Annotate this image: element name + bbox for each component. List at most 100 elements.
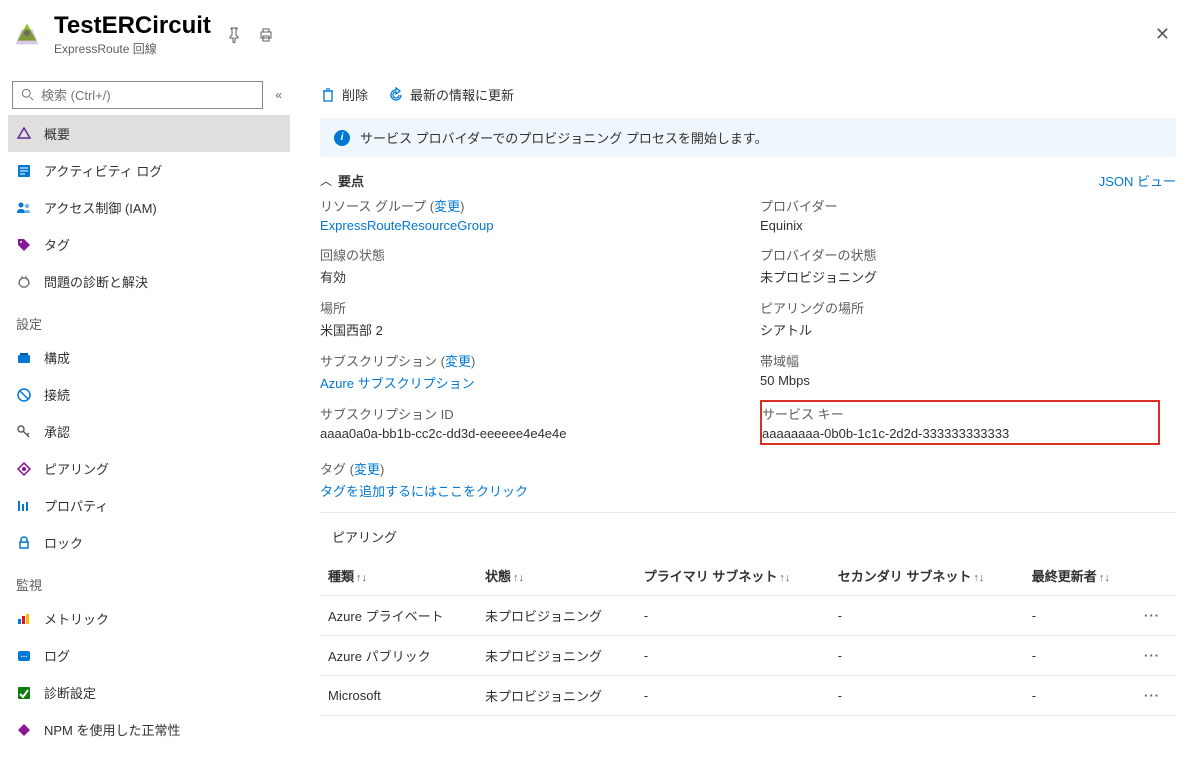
sidebar-item-label: 接続	[44, 385, 70, 404]
sidebar-item-configuration[interactable]: 構成	[8, 339, 290, 376]
cell-state: 未プロビジョニング	[477, 596, 636, 636]
cell-secondary: -	[830, 636, 1024, 676]
sidebar-item-logs[interactable]: ⋯ ログ	[8, 637, 290, 674]
tags-label: タグ	[320, 462, 346, 477]
peering-location-value: シアトル	[760, 320, 1200, 339]
essentials-toggle[interactable]: ︿ 要点 JSON ビュー	[320, 157, 1200, 196]
table-row[interactable]: Azure パブリック 未プロビジョニング - - - ···	[320, 636, 1176, 676]
refresh-button[interactable]: 最新の情報に更新	[388, 85, 514, 104]
sidebar-item-metrics[interactable]: メトリック	[8, 600, 290, 637]
key-icon	[16, 424, 32, 440]
close-icon[interactable]: ✕	[1145, 20, 1180, 49]
metrics-icon	[16, 611, 32, 627]
rg-label: リソース グループ	[320, 199, 426, 214]
provider-value: Equinix	[760, 218, 1200, 233]
sidebar-item-authorizations[interactable]: 承認	[8, 413, 290, 450]
sidebar-item-label: プロパティ	[44, 496, 108, 515]
section-monitor: 監視	[8, 561, 290, 600]
location-value: 米国西部 2	[320, 320, 760, 339]
subscription-id-label: サブスクリプション ID	[320, 404, 760, 423]
activity-log-icon	[16, 163, 32, 179]
sidebar-item-iam[interactable]: アクセス制御 (IAM)	[8, 189, 290, 226]
lock-icon	[16, 535, 32, 551]
rg-change-link[interactable]: 変更	[434, 199, 460, 214]
row-menu-icon[interactable]: ···	[1144, 608, 1160, 623]
info-icon: i	[334, 130, 350, 146]
info-banner: i サービス プロバイダーでのプロビジョニング プロセスを開始します。	[320, 118, 1176, 157]
sort-icon: ↑↓	[1099, 572, 1110, 584]
subscription-value[interactable]: Azure サブスクリプション	[320, 373, 760, 392]
command-bar: 削除 最新の情報に更新	[320, 81, 1200, 118]
sort-icon: ↑↓	[356, 572, 367, 584]
col-type[interactable]: 種類↑↓	[320, 556, 477, 596]
service-key-value: aaaaaaaa-0b0b-1c1c-2d2d-333333333333	[762, 426, 1152, 441]
sidebar-item-activity-log[interactable]: アクティビティ ログ	[8, 152, 290, 189]
cell-state: 未プロビジョニング	[477, 636, 636, 676]
cell-secondary: -	[830, 676, 1024, 716]
delete-label: 削除	[342, 85, 368, 104]
tags-change-link[interactable]: 変更	[354, 462, 380, 477]
svg-text:⋯: ⋯	[21, 654, 28, 661]
cell-last: -	[1024, 676, 1136, 716]
cell-primary: -	[636, 636, 830, 676]
service-key-highlight: サービス キー aaaaaaaa-0b0b-1c1c-2d2d-33333333…	[760, 400, 1160, 445]
sidebar-item-label: ログ	[44, 646, 70, 665]
cell-type: Azure パブリック	[320, 636, 477, 676]
provider-status-value: 未プロビジョニング	[760, 267, 1200, 286]
row-menu-icon[interactable]: ···	[1144, 688, 1160, 703]
sidebar-item-label: ピアリング	[44, 459, 109, 478]
subscription-change-link[interactable]: 変更	[445, 354, 471, 369]
circuit-status-label: 回線の状態	[320, 245, 760, 264]
table-row[interactable]: Microsoft 未プロビジョニング - - - ···	[320, 676, 1176, 716]
table-row[interactable]: Azure プライベート 未プロビジョニング - - - ···	[320, 596, 1176, 636]
rg-value[interactable]: ExpressRouteResourceGroup	[320, 218, 760, 233]
sidebar-item-label: ロック	[44, 533, 83, 552]
delete-button[interactable]: 削除	[320, 85, 368, 104]
refresh-icon	[388, 87, 404, 103]
sidebar-item-diagnostic-settings[interactable]: 診断設定	[8, 674, 290, 711]
collapse-sidebar-icon[interactable]: «	[271, 84, 286, 106]
sidebar-item-label: 概要	[44, 124, 70, 143]
sidebar-item-overview[interactable]: 概要	[8, 115, 290, 152]
sidebar-item-locks[interactable]: ロック	[8, 524, 290, 561]
sidebar-item-tags[interactable]: タグ	[8, 226, 290, 263]
diagnostic-icon	[16, 685, 32, 701]
subscription-id-value: aaaa0a0a-bb1b-cc2c-dd3d-eeeeee4e4e4e	[320, 426, 760, 441]
col-last-modified-by[interactable]: 最終更新者↑↓	[1024, 556, 1136, 596]
sidebar-item-diagnose[interactable]: 問題の診断と解決	[8, 263, 290, 300]
cell-primary: -	[636, 596, 830, 636]
circuit-status-value: 有効	[320, 267, 760, 286]
sidebar-item-peerings[interactable]: ピアリング	[8, 450, 290, 487]
tags-cta[interactable]: タグを追加するにはここをクリック	[320, 481, 1200, 500]
cell-type: Azure プライベート	[320, 596, 477, 636]
sort-icon: ↑↓	[513, 572, 524, 584]
print-icon[interactable]	[257, 26, 275, 44]
sidebar-item-properties[interactable]: プロパティ	[8, 487, 290, 524]
location-label: 場所	[320, 298, 760, 317]
connections-icon	[16, 387, 32, 403]
page-title: TestERCircuit	[54, 12, 211, 40]
refresh-label: 最新の情報に更新	[410, 85, 514, 104]
banner-text: サービス プロバイダーでのプロビジョニング プロセスを開始します。	[360, 128, 768, 147]
peering-location-label: ピアリングの場所	[760, 298, 1200, 317]
row-menu-icon[interactable]: ···	[1144, 648, 1160, 663]
sidebar-item-connections[interactable]: 接続	[8, 376, 290, 413]
pin-icon[interactable]	[225, 26, 243, 44]
diagnose-icon	[16, 274, 32, 290]
sidebar-item-npm[interactable]: NPM を使用した正常性	[8, 711, 290, 748]
cell-last: -	[1024, 636, 1136, 676]
col-secondary-subnet[interactable]: セカンダリ サブネット↑↓	[830, 556, 1024, 596]
sidebar: « 概要 アクティビティ ログ アクセス制御 (IAM) タグ 問題の診断と解決	[0, 81, 290, 772]
col-primary-subnet[interactable]: プライマリ サブネット↑↓	[636, 556, 830, 596]
bandwidth-label: 帯域幅	[760, 351, 1200, 370]
cell-primary: -	[636, 676, 830, 716]
cell-state: 未プロビジョニング	[477, 676, 636, 716]
overview-icon	[16, 126, 32, 142]
col-state[interactable]: 状態↑↓	[477, 556, 636, 596]
sidebar-item-label: 承認	[44, 422, 70, 441]
logs-icon: ⋯	[16, 648, 32, 664]
search-input[interactable]	[12, 81, 263, 109]
section-settings: 設定	[8, 300, 290, 339]
json-view-link[interactable]: JSON ビュー	[1099, 171, 1176, 190]
delete-icon	[320, 87, 336, 103]
